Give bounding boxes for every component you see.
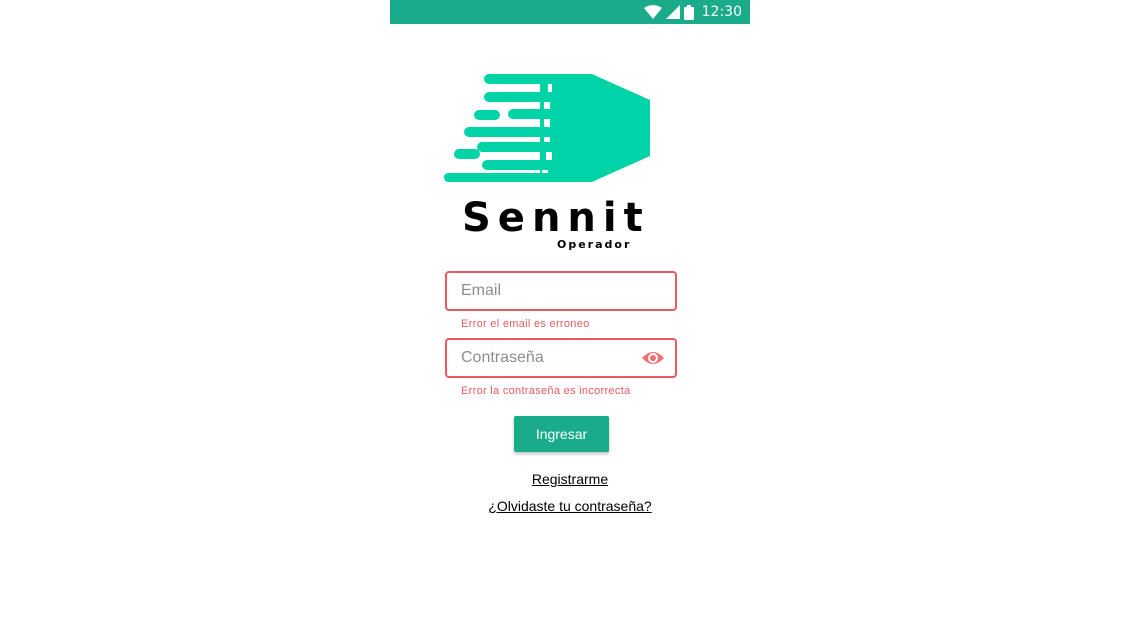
email-field[interactable] — [445, 271, 677, 311]
register-link-row: Registrarme — [390, 471, 750, 487]
login-button[interactable]: Ingresar — [514, 416, 609, 452]
email-error-text: Error el email es erroneo — [461, 318, 590, 330]
status-bar: 12:30 — [390, 0, 750, 24]
app-screen: 12:30 Sennit Operador Error el email es … — [390, 0, 750, 640]
eye-icon[interactable] — [641, 348, 665, 368]
forgot-password-link[interactable]: ¿Olvidaste tu contraseña? — [488, 498, 651, 514]
status-time: 12:30 — [701, 4, 742, 20]
password-error-text: Error la contraseña es incorrecta — [461, 385, 631, 397]
brand-name: Sennit — [462, 195, 650, 241]
password-field[interactable] — [445, 338, 677, 378]
sennit-logo-icon — [444, 74, 650, 182]
signal-icon — [665, 5, 680, 19]
brand-subtitle: Operador — [557, 238, 632, 251]
password-input[interactable] — [461, 340, 631, 376]
forgot-password-link-row: ¿Olvidaste tu contraseña? — [390, 498, 750, 514]
wifi-icon — [643, 5, 662, 19]
email-input[interactable] — [461, 273, 631, 309]
battery-icon — [683, 4, 694, 20]
status-icons: 12:30 — [643, 0, 742, 24]
register-link[interactable]: Registrarme — [532, 471, 608, 487]
